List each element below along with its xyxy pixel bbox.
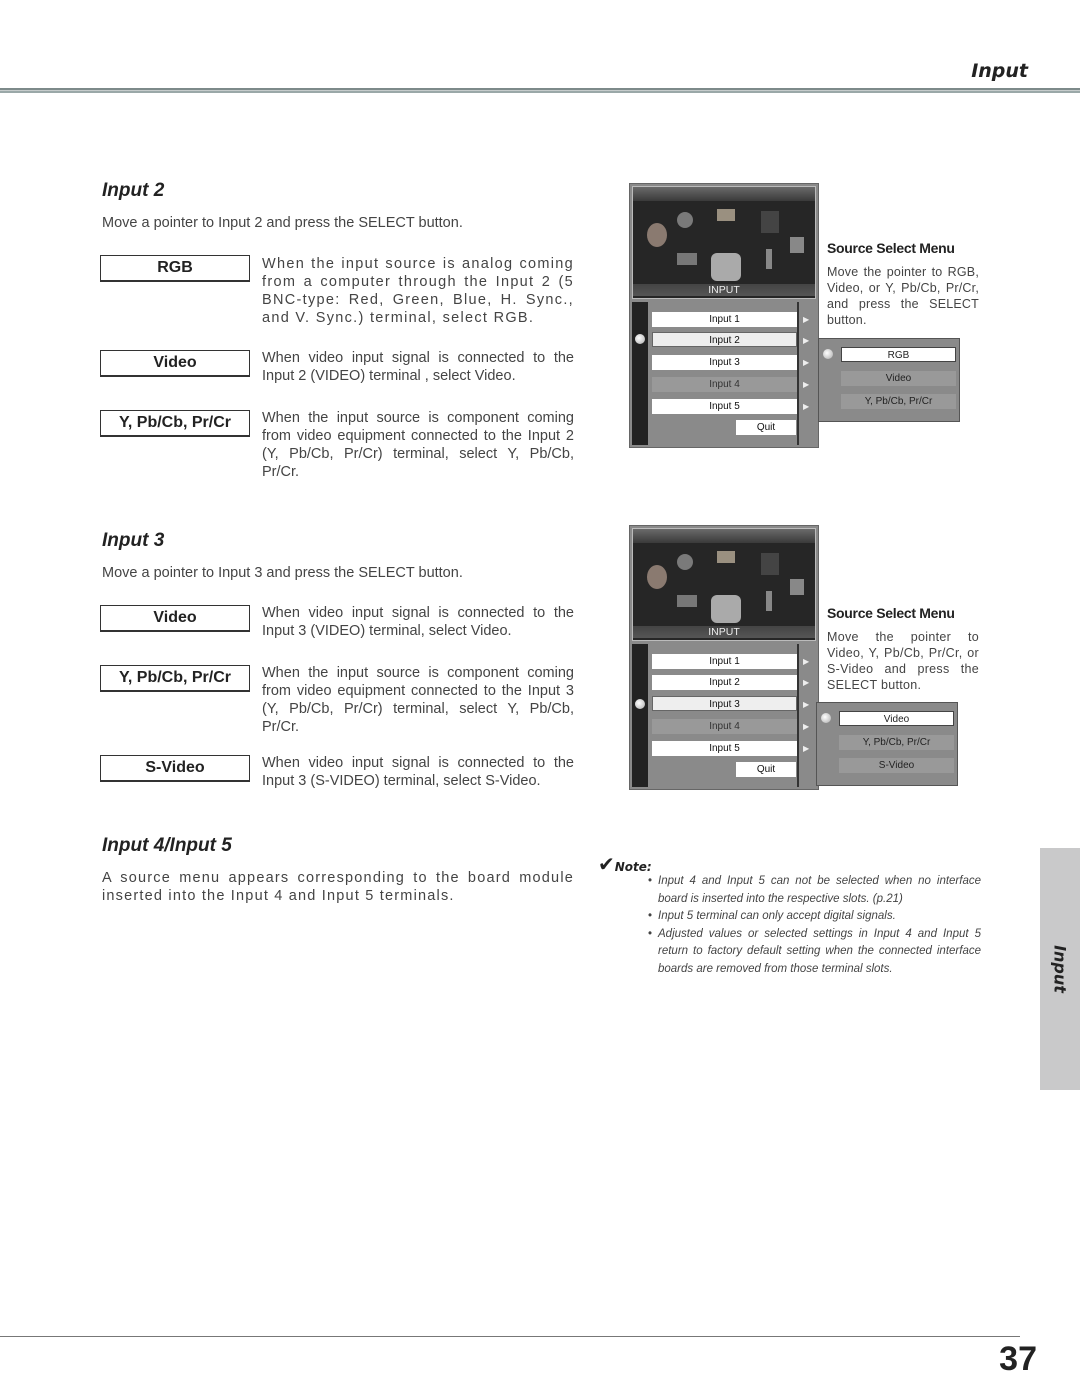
osd-icon-panel: INPUT bbox=[632, 528, 816, 641]
tools-icon bbox=[677, 554, 693, 570]
color-icon bbox=[647, 223, 667, 247]
intro-input3: Move a pointer to Input 3 and press the … bbox=[102, 565, 463, 581]
image-icon bbox=[717, 551, 735, 563]
tools-icon bbox=[677, 212, 693, 228]
screen-icon bbox=[761, 553, 779, 575]
osd-menu-input2: INPUT Input 1 Input 2 Input 3 Input 4 In… bbox=[629, 183, 819, 448]
checkmark-icon: ✔ bbox=[598, 852, 615, 876]
osd-item-input4[interactable]: Input 4 bbox=[652, 377, 797, 392]
osd-item-input4[interactable]: Input 4 bbox=[652, 719, 797, 734]
note-list: Input 4 and Input 5 can not be selected … bbox=[648, 873, 981, 978]
setting-icon bbox=[677, 595, 697, 607]
submenu-item-rgb[interactable]: RGB bbox=[841, 347, 956, 362]
input45-description: A source menu appears corresponding to t… bbox=[102, 870, 574, 904]
maintenance-icon bbox=[790, 237, 804, 253]
osd-menu-input3: INPUT Input 1 Input 2 Input 3 Input 4 In… bbox=[629, 525, 819, 790]
section-title-input2: Input 2 bbox=[102, 180, 165, 201]
osd-icon-panel: INPUT bbox=[632, 186, 816, 299]
header-rule bbox=[0, 88, 1080, 93]
section-title-input45: Input 4/Input 5 bbox=[102, 835, 232, 856]
note-heading: ✔Note: bbox=[598, 852, 652, 876]
source-select-menu-desc: Move the pointer to Video, Y, Pb/Cb, Pr/… bbox=[827, 630, 979, 692]
info-icon bbox=[766, 249, 772, 269]
arrow-right-icon: ▶ bbox=[803, 336, 810, 345]
option-desc-video: When video input signal is connected to … bbox=[262, 350, 574, 384]
arrow-right-icon: ▶ bbox=[803, 358, 810, 367]
maintenance-icon bbox=[790, 579, 804, 595]
source-select-menu-title: Source Select Menu bbox=[827, 605, 955, 621]
color-icon bbox=[647, 565, 667, 589]
osd-item-input5[interactable]: Input 5 bbox=[652, 399, 797, 414]
option-label-svideo: S-Video bbox=[100, 755, 250, 782]
pointer-icon bbox=[635, 334, 645, 344]
side-tab-label: Input bbox=[1050, 945, 1070, 993]
section-title-input3: Input 3 bbox=[102, 530, 165, 551]
note-heading-text: Note: bbox=[614, 860, 652, 874]
page-number: 37 bbox=[999, 1340, 1037, 1378]
arrow-right-icon: ▶ bbox=[803, 744, 810, 753]
submenu-item-component[interactable]: Y, Pb/Cb, Pr/Cr bbox=[841, 394, 956, 409]
input-icon bbox=[711, 253, 741, 281]
arrow-right-icon: ▶ bbox=[803, 678, 810, 687]
option-label-component: Y, Pb/Cb, Pr/Cr bbox=[100, 665, 250, 692]
option-desc-component: When the input source is component comin… bbox=[262, 410, 574, 480]
page-header-title: Input bbox=[971, 60, 1028, 82]
option-label-video: Video bbox=[100, 350, 250, 377]
submenu-item-svideo[interactable]: S-Video bbox=[839, 758, 954, 773]
arrow-right-icon: ▶ bbox=[803, 722, 810, 731]
source-submenu-input2: RGB Video Y, Pb/Cb, Pr/Cr bbox=[818, 338, 960, 422]
setting-icon bbox=[677, 253, 697, 265]
option-desc-rgb: When the input source is analog coming f… bbox=[262, 256, 574, 326]
submenu-item-component[interactable]: Y, Pb/Cb, Pr/Cr bbox=[839, 735, 954, 750]
arrow-right-icon: ▶ bbox=[803, 380, 810, 389]
osd-title: INPUT bbox=[633, 284, 815, 296]
note-item: Input 5 terminal can only accept digital… bbox=[648, 908, 981, 926]
option-label-rgb: RGB bbox=[100, 255, 250, 282]
intro-input2: Move a pointer to Input 2 and press the … bbox=[102, 215, 463, 231]
source-submenu-input3: Video Y, Pb/Cb, Pr/Cr S-Video bbox=[816, 702, 958, 786]
screen-icon bbox=[761, 211, 779, 233]
osd-title: INPUT bbox=[633, 626, 815, 638]
arrow-right-icon: ▶ bbox=[803, 402, 810, 411]
option-desc-component: When the input source is component comin… bbox=[262, 665, 574, 735]
osd-item-input5[interactable]: Input 5 bbox=[652, 741, 797, 756]
osd-quit-button[interactable]: Quit bbox=[736, 420, 796, 435]
arrow-right-icon: ▶ bbox=[803, 700, 810, 709]
input-icon bbox=[711, 595, 741, 623]
osd-quit-button[interactable]: Quit bbox=[736, 762, 796, 777]
submenu-item-video[interactable]: Video bbox=[839, 711, 954, 726]
note-item: Adjusted values or selected settings in … bbox=[648, 926, 981, 979]
side-tab[interactable]: Input bbox=[1040, 848, 1080, 1090]
osd-item-input3[interactable]: Input 3 bbox=[652, 355, 797, 370]
option-desc-svideo: When video input signal is connected to … bbox=[262, 755, 574, 789]
arrow-right-icon: ▶ bbox=[803, 657, 810, 666]
osd-item-input1[interactable]: Input 1 bbox=[652, 312, 797, 327]
submenu-item-video[interactable]: Video bbox=[841, 371, 956, 386]
osd-item-input2[interactable]: Input 2 bbox=[652, 675, 797, 690]
pointer-icon bbox=[823, 349, 833, 359]
option-desc-video: When video input signal is connected to … bbox=[262, 605, 574, 639]
info-icon bbox=[766, 591, 772, 611]
osd-item-input3[interactable]: Input 3 bbox=[652, 696, 797, 711]
osd-item-input2[interactable]: Input 2 bbox=[652, 332, 797, 347]
footer-rule bbox=[0, 1336, 1020, 1337]
source-select-menu-title: Source Select Menu bbox=[827, 240, 955, 256]
pointer-icon bbox=[821, 713, 831, 723]
osd-item-input1[interactable]: Input 1 bbox=[652, 654, 797, 669]
option-label-component: Y, Pb/Cb, Pr/Cr bbox=[100, 410, 250, 437]
arrow-right-icon: ▶ bbox=[803, 315, 810, 324]
pointer-icon bbox=[635, 699, 645, 709]
source-select-menu-desc: Move the pointer to RGB, Video, or Y, Pb… bbox=[827, 265, 979, 327]
option-label-video: Video bbox=[100, 605, 250, 632]
image-icon bbox=[717, 209, 735, 221]
note-item: Input 4 and Input 5 can not be selected … bbox=[648, 873, 981, 908]
